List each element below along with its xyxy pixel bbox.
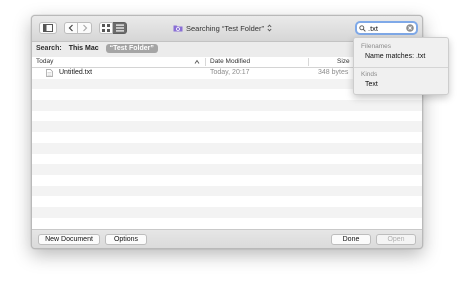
chevron-right-icon — [82, 24, 87, 32]
sidebar-icon — [43, 24, 53, 32]
search-field[interactable]: .txt — [355, 21, 418, 35]
search-icon — [359, 24, 366, 32]
list-icon — [115, 24, 124, 32]
location-popup[interactable]: Searching “Test Folder” — [173, 22, 279, 34]
open-button[interactable]: Open — [376, 234, 416, 245]
text-file-icon — [46, 69, 53, 78]
list-item — [32, 218, 422, 229]
column-header-size[interactable]: Size — [337, 57, 350, 67]
search-input[interactable]: .txt — [368, 24, 404, 33]
column-divider[interactable] — [308, 58, 309, 66]
list-item — [32, 164, 422, 175]
column-header-date[interactable]: Date Modified — [210, 57, 250, 67]
list-item — [32, 111, 422, 122]
scope-this-mac[interactable]: This Mac — [67, 44, 101, 53]
smart-folder-icon — [173, 25, 183, 32]
suggestion-kind-text[interactable]: Text — [365, 81, 378, 88]
sort-ascending-icon — [194, 59, 200, 64]
list-item — [32, 185, 422, 197]
clear-search-icon[interactable] — [406, 24, 414, 32]
list-item — [32, 132, 422, 143]
file-size: 348 bytes — [318, 69, 349, 76]
menu-divider — [354, 67, 448, 68]
grid-icon — [102, 24, 110, 32]
updown-chevron-icon — [267, 24, 272, 32]
suggestions-kinds-header: Kinds — [361, 71, 378, 78]
list-view-button[interactable] — [113, 22, 127, 34]
list-item — [32, 175, 422, 186]
chevron-left-icon — [68, 24, 73, 32]
options-button[interactable]: Options — [105, 234, 147, 245]
suggestions-filenames-header: Filenames — [361, 43, 391, 50]
file-date: Today, 20:17 — [210, 69, 250, 76]
forward-button[interactable] — [78, 22, 92, 34]
list-item — [32, 154, 422, 165]
scope-test-folder[interactable]: “Test Folder” — [105, 44, 158, 53]
suggestion-name-matches[interactable]: Name matches: .txt — [365, 53, 425, 60]
column-header-name[interactable]: Today — [36, 57, 53, 67]
icon-view-button[interactable] — [99, 22, 113, 34]
done-button[interactable]: Done — [331, 234, 371, 245]
search-scope-label: Search: — [36, 45, 62, 52]
location-label: Searching “Test Folder” — [186, 23, 264, 33]
list-item — [32, 121, 422, 133]
back-button[interactable] — [64, 22, 78, 34]
search-suggestions-menu: Filenames Name matches: .txt Kinds Text — [353, 37, 449, 95]
file-name: Untitled.txt — [59, 69, 93, 76]
list-item — [32, 206, 422, 218]
new-document-button[interactable]: New Document — [38, 234, 100, 245]
column-divider[interactable] — [205, 58, 206, 66]
bottom-bar: New Document Options Done Open — [32, 229, 422, 248]
list-item — [32, 100, 422, 111]
list-item — [32, 196, 422, 207]
list-item — [32, 142, 422, 154]
sidebar-toggle-button[interactable] — [39, 22, 57, 34]
